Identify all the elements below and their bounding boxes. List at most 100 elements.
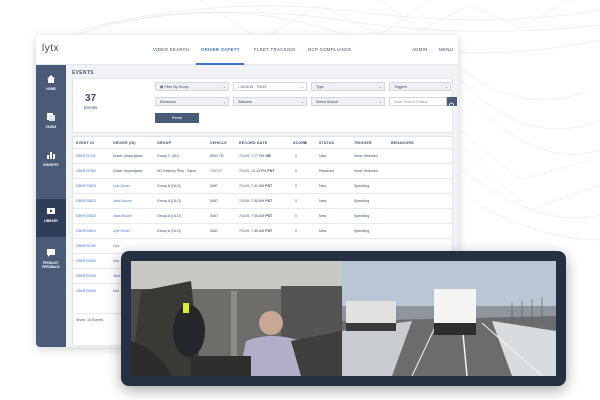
tab-fleet-tracking[interactable]: FLEET TRACKING <box>254 47 296 52</box>
driver-link[interactable]: Mar <box>113 289 119 293</box>
sort-icon[interactable]: ⇅ <box>304 141 307 145</box>
driver-link[interactable]: Lytx <box>113 244 119 248</box>
sidebar-item-tasks[interactable]: TASKS <box>36 105 66 143</box>
event-id-link[interactable]: DBHF20785 <box>76 244 96 248</box>
table-row[interactable]: DBHF21031 Driver Unassigned Group C (UK)… <box>73 148 454 163</box>
admin-link[interactable]: ADMIN <box>412 47 428 52</box>
vehicle-cell: 5467 <box>210 229 218 233</box>
date-range-picker[interactable]: □ 6/24/19 - 7/1/19 ⌄ <box>233 82 307 91</box>
sidebar-item-label: PRODUCT FEEDBACK <box>42 261 60 269</box>
feedback-icon <box>47 249 55 257</box>
cabin-camera-image <box>131 261 342 376</box>
trigger-cell: Speeding <box>354 199 370 203</box>
driver-link[interactable]: Jack Moore <box>113 199 132 203</box>
column-header-driver[interactable]: DRIVER (ID) <box>113 141 136 145</box>
score-cell: 0 <box>295 169 297 173</box>
behaviors-select[interactable]: Behaviors ⌄ <box>155 97 229 106</box>
table-row[interactable]: DBHF20819 Lytx Driver Group A (OLO) 5467… <box>73 223 454 238</box>
group-cell: SD Delivery Plus - Sales <box>157 169 197 173</box>
event-count: 37 <box>85 93 97 104</box>
sidebar-item-library[interactable]: LIBRARY <box>36 199 66 237</box>
filter-by-group-select[interactable]: ▦ Filter By Group ⌄ <box>155 82 229 91</box>
event-id-link[interactable]: DBHF20336 <box>76 274 96 278</box>
score-cell: 0 <box>295 229 297 233</box>
dashcam-video-player[interactable] <box>121 251 566 386</box>
triggers-select[interactable]: Triggers ⌄ <box>389 82 451 91</box>
record-timezone: PST <box>267 169 275 173</box>
score-cell: 0 <box>295 184 297 188</box>
column-header-record-date[interactable]: RECORD DATE <box>239 141 267 145</box>
table-row[interactable]: DBHF20823 Lytx Driver Group A (OLO) 5467… <box>73 178 454 193</box>
search-icon <box>449 102 455 109</box>
record-date-cell: 7/1/19, 7:41 AM PST <box>239 184 272 188</box>
event-id-link[interactable]: DBHF20823 <box>76 184 96 188</box>
event-id-link[interactable]: DBHF20823 <box>76 199 96 203</box>
table-row[interactable]: DBHF20823 Jack Moore Group A (OLO) 5467 … <box>73 208 454 223</box>
sidebar-item-label: INSIGHTS <box>43 163 59 167</box>
table-row[interactable]: DBHF20823 Jack Moore Group A (OLO) 5467 … <box>73 193 454 208</box>
vehicle-cell: 5467 <box>210 214 218 218</box>
column-header-status[interactable]: STATUS <box>319 141 334 145</box>
type-select-value: Type <box>316 85 324 89</box>
event-id-link[interactable]: DBHF21084 <box>76 169 96 173</box>
sidebar-item-product-feedback[interactable]: PRODUCT FEEDBACK <box>36 241 66 279</box>
group-cell: Group A (OLO) <box>157 199 181 203</box>
record-date-cell: 7/1/19, 7:35 AM PST <box>239 229 272 233</box>
search-type-select-value: Select Search <box>316 100 339 104</box>
record-timezone: PST <box>265 184 273 188</box>
trigger-cell: None Selected <box>354 169 378 173</box>
event-id-link[interactable]: DBHF21031 <box>76 154 96 158</box>
page-title: EVENTS <box>72 70 94 76</box>
record-timezone: PST <box>265 199 273 203</box>
search-type-select[interactable]: Select Search ⌄ <box>311 97 385 106</box>
search-button[interactable] <box>447 97 457 109</box>
type-select[interactable]: Type ⌄ <box>311 82 385 91</box>
column-header-event-id[interactable]: EVENT ID <box>76 141 94 145</box>
statuses-select[interactable]: Statuses ⌄ <box>233 97 307 106</box>
reset-button[interactable]: Reset <box>155 113 199 123</box>
status-cell: New <box>319 229 327 233</box>
search-criteria-input[interactable]: Enter Search Criteria <box>389 97 447 106</box>
column-header-group[interactable]: GROUP <box>157 141 171 145</box>
event-id-link[interactable]: DBHF20600 <box>76 259 96 263</box>
sidebar: HOME TASKS INSIGHTS LIBRARY PRODUCT FEED… <box>36 65 66 347</box>
score-cell: 0 <box>295 199 297 203</box>
tab-rcp-compliance[interactable]: RCP COMPLIANCE <box>308 47 352 52</box>
tab-video-search[interactable]: VIDEO SEARCH <box>153 47 190 52</box>
event-id-link[interactable]: DBHF20819 <box>76 229 96 233</box>
chevron-down-icon: ⌄ <box>444 85 448 89</box>
driver-link[interactable]: Jack <box>113 274 120 278</box>
lytx-logo: lytx <box>42 43 59 54</box>
record-date-value: 7/1/19, 7:17 PM <box>239 154 265 158</box>
page-size-selector[interactable]: Show: 10 Events <box>76 318 103 322</box>
status-cell: Resolved <box>319 169 334 173</box>
column-header-vehicle[interactable]: VEHICLE <box>210 141 227 145</box>
column-header-behaviors[interactable]: BEHAVIORS <box>391 141 414 145</box>
vehicle-cell: 722717 <box>210 169 222 173</box>
driver-link[interactable]: Jack Moore <box>113 214 132 218</box>
event-count-label: Events <box>84 105 98 110</box>
driver-link[interactable]: Lytx Driver <box>113 184 130 188</box>
column-header-trigger[interactable]: TRIGGER <box>354 141 372 145</box>
driver-link[interactable]: Mar <box>113 259 119 263</box>
sidebar-item-insights[interactable]: INSIGHTS <box>36 143 66 181</box>
group-cell: Group A (OLO) <box>157 229 181 233</box>
triggers-select-value: Triggers <box>394 85 408 89</box>
record-date-value: 7/1/19, 7:41 AM <box>239 184 265 188</box>
sidebar-item-home[interactable]: HOME <box>36 67 66 105</box>
table-row[interactable]: DBHF21084 Driver Unassigned SD Delivery … <box>73 163 454 178</box>
event-id-link[interactable]: DBHF20823 <box>76 214 96 218</box>
score-cell: 0 <box>295 154 297 158</box>
chevron-down-icon: ⌄ <box>222 100 226 104</box>
menu-link[interactable]: MENU <box>439 47 453 52</box>
status-cell: New <box>319 199 327 203</box>
tab-driver-safety[interactable]: DRIVER SAFETY <box>201 47 240 52</box>
home-icon <box>47 75 55 83</box>
chevron-down-icon: ⌄ <box>300 85 304 89</box>
group-cell: Group A (OLO) <box>157 214 181 218</box>
filter-panel: 37 Events ▦ Filter By Group ⌄ □ 6/24/19 … <box>72 78 457 133</box>
group-cell: Group A (OLO) <box>157 184 181 188</box>
event-id-link[interactable]: DBHF20308 <box>76 289 96 293</box>
driver-link[interactable]: Lytx Driver <box>113 229 130 233</box>
sidebar-item-label: LIBRARY <box>43 219 59 223</box>
